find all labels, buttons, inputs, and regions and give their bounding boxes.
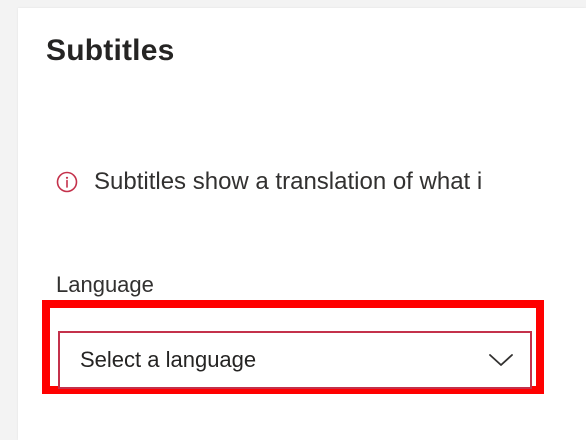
language-select[interactable]: Select a language [58, 331, 532, 389]
panel-title: Subtitles [46, 34, 175, 67]
chevron-down-icon[interactable] [488, 352, 514, 368]
language-label: Language [56, 272, 154, 297]
info-icon [56, 171, 78, 193]
language-select-value: Select a language [80, 347, 257, 372]
subtitles-panel: Subtitles Subtitles show a translation o… [18, 8, 586, 440]
info-message: Subtitles show a translation of what i [56, 168, 482, 196]
info-text: Subtitles show a translation of what i [94, 168, 483, 195]
